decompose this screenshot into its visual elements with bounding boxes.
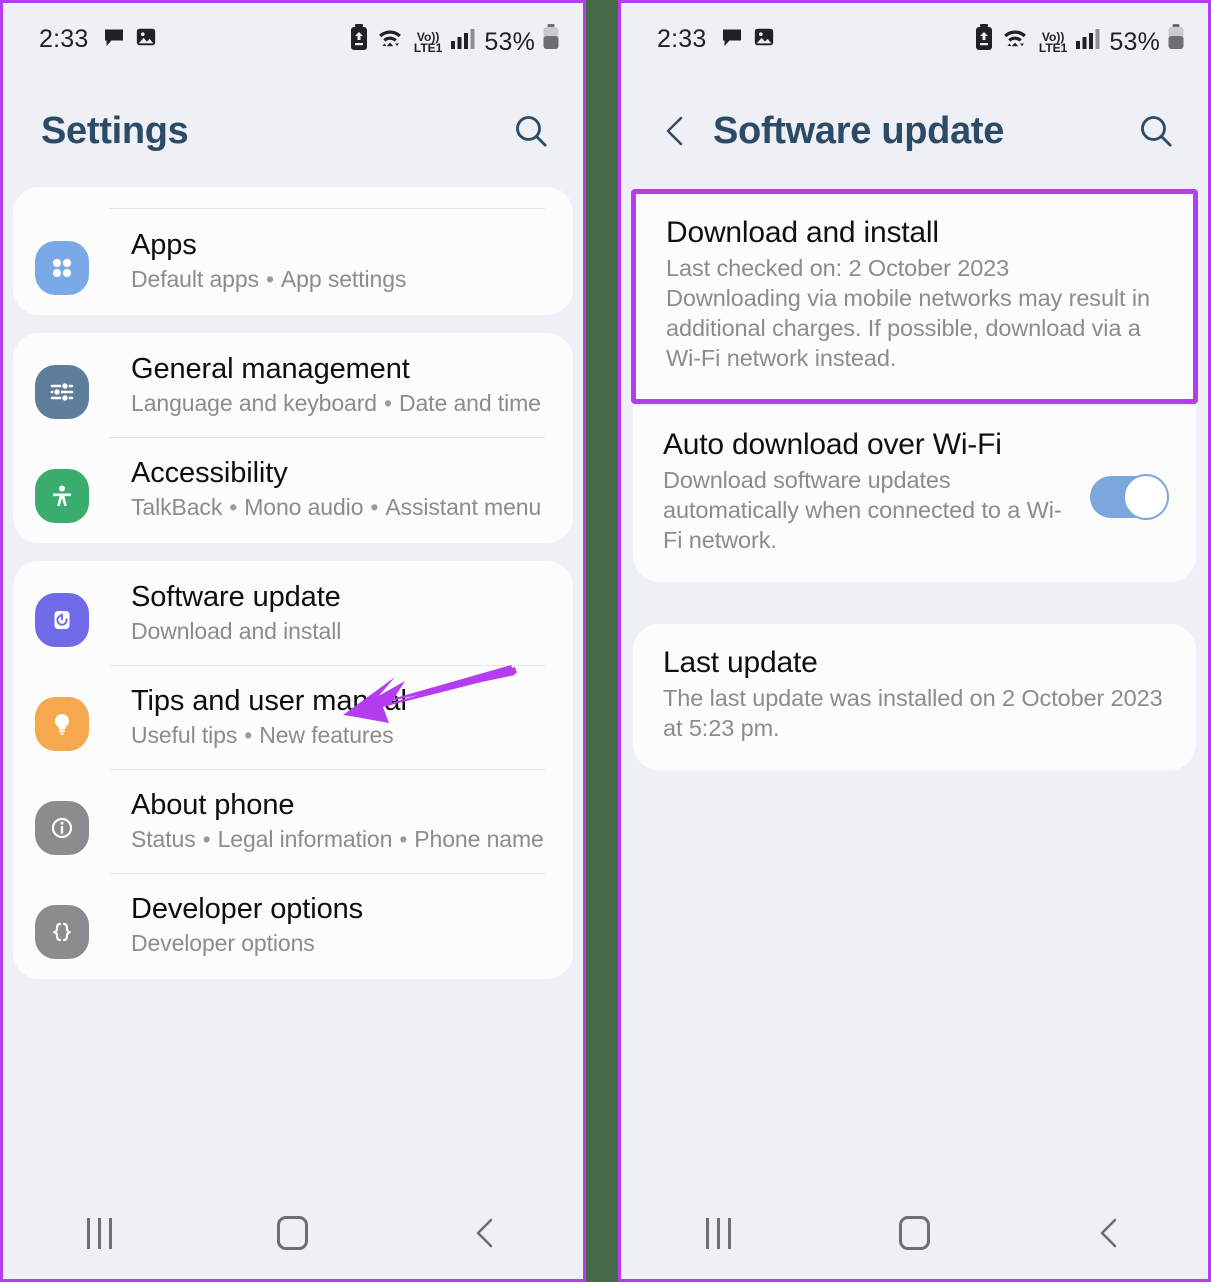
row-title: Developer options (131, 893, 364, 925)
row-title: Software update (131, 581, 341, 613)
lightbulb-icon (35, 683, 89, 751)
battery-saver-icon (975, 23, 993, 55)
home-icon[interactable] (854, 1216, 974, 1250)
recents-icon[interactable] (40, 1217, 160, 1249)
image-icon (753, 26, 775, 53)
sidebar-item-apps[interactable]: Apps Default apps • App settings (13, 209, 573, 313)
search-icon[interactable] (1136, 111, 1176, 151)
row-subtitle: Useful tips • New features (131, 722, 394, 749)
row-subtitle: Download software updates automatically … (663, 467, 1062, 554)
chat-bubble-icon (102, 25, 126, 54)
row-title: Apps (131, 229, 197, 261)
toggle-knob (1123, 474, 1169, 521)
search-icon[interactable] (511, 111, 551, 151)
row-title: Accessibility (131, 457, 288, 489)
clipped-row-text: Language and keyboard • Date and time (131, 187, 543, 188)
page-title: Settings (41, 109, 189, 152)
left-phone-screen: 2:33 Vo)) LTE1 53% Settings Apps Default… (0, 0, 586, 1282)
row-title: Tips and user manual (131, 685, 407, 717)
settings-group-general: General management Language and keyboard… (13, 333, 573, 543)
signal-bars-icon (450, 24, 476, 55)
row-title: Last update (663, 645, 818, 679)
auto-download-over-wifi-item[interactable]: Auto download over Wi-Fi Download softwa… (633, 406, 1196, 582)
status-notification-icons (720, 25, 775, 54)
status-system-icons: Vo)) LTE1 53% (975, 23, 1184, 56)
apps-grid-icon (35, 227, 89, 295)
settings-header: Settings (3, 75, 583, 187)
sidebar-item-general-management[interactable]: General management Language and keyboard… (13, 333, 573, 437)
accessibility-person-icon (35, 455, 89, 523)
status-time: 2:33 (657, 24, 707, 53)
chevron-left-icon[interactable] (659, 112, 693, 150)
navigation-bar-left (3, 1187, 583, 1279)
battery-saver-icon (350, 23, 368, 55)
volte-icon: Vo)) LTE1 (413, 31, 443, 56)
settings-group-system: Software update Download and install Tip… (13, 561, 573, 979)
sidebar-item-developer-options[interactable]: Developer options Developer options (13, 873, 573, 977)
back-icon[interactable] (1050, 1216, 1170, 1250)
info-icon (35, 787, 89, 855)
row-subtitle: Language and keyboard • Date and time (131, 390, 541, 417)
battery-icon (543, 23, 559, 55)
row-subtitle-line1: Last checked on: 2 October 2023 (666, 255, 1010, 281)
volte-bottom-label: LTE1 (1038, 41, 1068, 56)
status-bar-right: 2:33 Vo)) LTE1 53% (621, 3, 1208, 75)
wifi-icon (376, 24, 406, 55)
volte-icon: Vo)) LTE1 (1038, 31, 1068, 56)
signal-bars-icon (1075, 24, 1101, 55)
battery-percent: 53% (1109, 27, 1160, 56)
row-title: Auto download over Wi-Fi (663, 428, 1002, 462)
screenshot-stage: 2:33 Vo)) LTE1 53% Settings Apps Default… (0, 0, 1211, 1282)
row-subtitle: Download and install (131, 618, 342, 645)
home-icon[interactable] (233, 1216, 353, 1250)
row-title: About phone (131, 789, 295, 821)
page-title: Software update (713, 109, 1005, 152)
row-subtitle: TalkBack • Mono audio • Assistant menu (131, 494, 542, 521)
sidebar-item-accessibility[interactable]: Accessibility TalkBack • Mono audio • Assist… (13, 437, 573, 541)
status-notification-icons (102, 25, 157, 54)
status-bar-left: 2:33 Vo)) LTE1 53% (3, 3, 583, 75)
wifi-icon (1001, 24, 1031, 55)
panel-divider (586, 0, 618, 1282)
battery-percent: 53% (484, 27, 535, 56)
chat-bubble-icon (720, 25, 744, 54)
status-time: 2:33 (39, 24, 89, 53)
sidebar-item-tips-and-user-manual[interactable]: Tips and user manual Useful tips • New fea… (13, 665, 573, 769)
clipped-row: Language and keyboard • Date and time (13, 187, 573, 209)
sidebar-item-about-phone[interactable]: About phone Status • Legal information • Pho… (13, 769, 573, 873)
software-update-header: Software update (621, 75, 1208, 187)
settings-list: Language and keyboard • Date and time Ap… (3, 187, 583, 979)
last-update-item[interactable]: Last update The last update was installe… (633, 623, 1196, 770)
row-title: Download and install (666, 216, 939, 249)
sidebar-item-software-update[interactable]: Software update Download and install (13, 561, 573, 665)
row-title: General management (131, 353, 410, 385)
volte-bottom-label: LTE1 (413, 41, 443, 56)
row-subtitle: The last update was installed on 2 Octob… (663, 684, 1163, 741)
right-phone-screen: 2:33 Vo)) LTE1 53% Software update Downl… (618, 0, 1211, 1282)
status-system-icons: Vo)) LTE1 53% (350, 23, 559, 56)
software-update-icon (35, 579, 89, 647)
sliders-icon (35, 351, 89, 419)
download-and-install-item[interactable]: Download and install Last checked on: 2 … (631, 189, 1198, 405)
navigation-bar-right (621, 1187, 1208, 1279)
recents-icon[interactable] (659, 1217, 779, 1249)
row-subtitle: Default apps • App settings (131, 266, 407, 293)
row-subtitle-line2: Downloading via mobile networks may resu… (666, 284, 1150, 371)
row-subtitle: Developer options (131, 930, 315, 957)
back-icon[interactable] (426, 1216, 546, 1250)
row-subtitle: Status • Legal information • Phone name (131, 826, 544, 853)
image-icon (135, 26, 157, 53)
auto-download-toggle[interactable] (1090, 474, 1169, 521)
battery-icon (1168, 23, 1184, 55)
settings-group-apps: Language and keyboard • Date and time Ap… (13, 187, 573, 315)
braces-icon (35, 891, 89, 959)
